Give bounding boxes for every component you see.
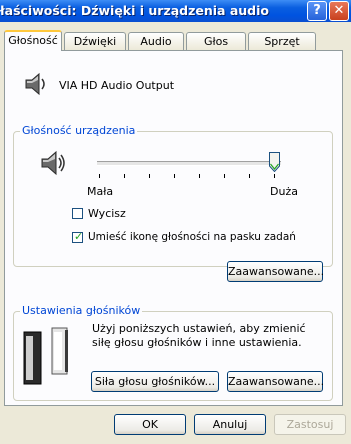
button-label: Zastosuj (286, 418, 334, 431)
close-icon: ✕ (333, 3, 345, 18)
slider-tick (274, 174, 275, 178)
slider-tick (249, 174, 250, 178)
tab-audio[interactable]: Audio (128, 32, 184, 50)
cancel-button[interactable]: Anuluj (194, 414, 266, 435)
tab-strip: Głośność Dźwięki Audio Głos Sprzęt (0, 30, 351, 51)
window-title: łaściwości: Dźwięki i urządzenia audio (0, 3, 269, 18)
tab-volume[interactable]: Głośność (4, 30, 62, 51)
slider-tick (99, 174, 100, 178)
tab-hardware[interactable]: Sprzęt (248, 32, 316, 50)
slider-tick (224, 174, 225, 178)
slider-tick (149, 174, 150, 178)
title-bar[interactable]: łaściwości: Dźwięki i urządzenia audio ?… (0, 0, 351, 22)
speakers-icon (22, 326, 72, 388)
volume-groupbox: Głośność urządzenia Mała Duża Wycisz ✓ U… (13, 124, 333, 267)
button-label: Siła głosu głośników... (94, 375, 216, 388)
button-label: Zaawansowane... (228, 265, 325, 278)
button-label: OK (142, 418, 158, 431)
tab-label: Głos (203, 35, 229, 48)
button-label: Zaawansowane... (228, 375, 325, 388)
help-button[interactable]: ? (307, 1, 327, 21)
volume-group-title: Głośność urządzenia (20, 124, 138, 137)
close-button[interactable]: ✕ (329, 1, 349, 21)
volume-speaker-icon (39, 149, 67, 177)
speakers-advanced-button[interactable]: Zaawansowane... (227, 371, 325, 392)
tab-label: Dźwięki (73, 35, 117, 48)
checkmark-icon: ✓ (74, 230, 84, 243)
slider-max-label: Duża (270, 185, 298, 198)
tray-icon-checkbox[interactable]: ✓ (72, 230, 84, 243)
tab-panel: VIA HD Audio Output Głośność urządzenia (4, 50, 343, 406)
device-name: VIA HD Audio Output (59, 79, 175, 92)
slider-min-label: Mała (87, 185, 114, 198)
speaker-icon (23, 71, 49, 97)
tab-sounds[interactable]: Dźwięki (64, 32, 126, 50)
tab-label: Sprzęt (264, 35, 300, 48)
tray-icon-label[interactable]: Umieść ikonę głośności na pasku zadań (88, 231, 296, 243)
speaker-volume-button[interactable]: Siła głosu głośników... (91, 371, 219, 392)
volume-slider-thumb[interactable] (269, 152, 280, 173)
button-label: Anuluj (212, 418, 248, 431)
slider-tick (199, 174, 200, 178)
speakers-group-title: Ustawienia głośników (20, 304, 143, 317)
help-icon: ? (313, 3, 321, 18)
volume-slider-track[interactable] (97, 161, 281, 166)
apply-button[interactable]: Zastosuj (274, 414, 346, 435)
tab-label: Głośność (8, 34, 58, 47)
slider-tick (124, 174, 125, 178)
speakers-description: Użyj poniższych ustawień, aby zmienić si… (92, 322, 306, 349)
mute-label[interactable]: Wycisz (88, 207, 126, 220)
tab-voice[interactable]: Głos (186, 32, 246, 50)
ok-button[interactable]: OK (114, 414, 186, 435)
mute-checkbox[interactable] (72, 208, 83, 219)
slider-tick (174, 174, 175, 178)
volume-advanced-button[interactable]: Zaawansowane... (227, 261, 325, 282)
tab-label: Audio (140, 35, 172, 48)
